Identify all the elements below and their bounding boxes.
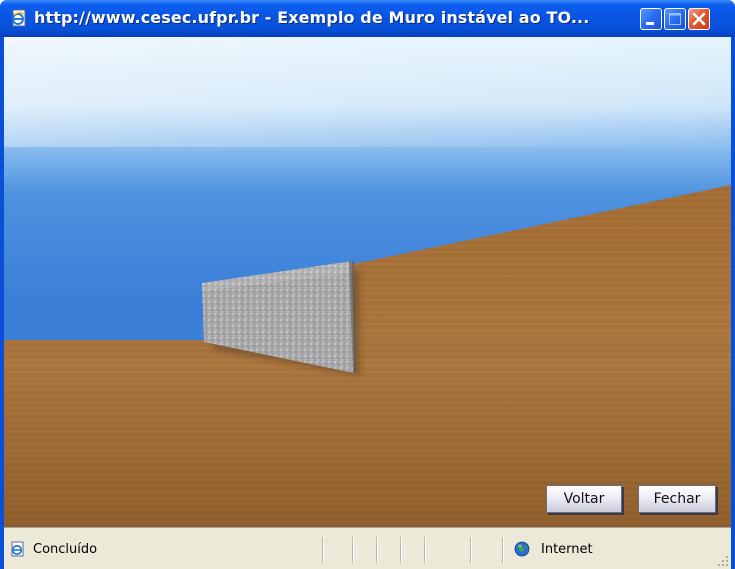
ie-page-icon [12,9,26,27]
title-bar[interactable]: http://www.cesec.ufpr.br - Exemplo de Mu… [0,0,735,37]
resize-grip-icon[interactable] [717,555,729,567]
status-divider [322,537,324,563]
globe-icon [514,541,530,557]
browser-window: http://www.cesec.ufpr.br - Exemplo de Mu… [0,0,735,569]
maximize-icon [669,13,681,25]
3d-scene [4,37,731,527]
ie-page-icon [11,541,24,557]
status-text: Concluído [33,542,98,557]
status-divider [352,537,354,563]
maximize-button[interactable] [664,8,686,30]
window-title: http://www.cesec.ufpr.br - Exemplo de Mu… [34,8,590,27]
status-divider [400,537,402,563]
close-button[interactable] [688,8,710,30]
window-frame-right [731,37,735,569]
status-bar: Concluído Internet [4,527,731,569]
status-divider [502,537,504,563]
minimize-button[interactable] [640,8,662,30]
security-zone-text: Internet [541,542,593,557]
status-divider [424,537,426,563]
close-icon [692,12,706,26]
fechar-button[interactable]: Fechar [638,485,716,513]
status-divider [376,537,378,563]
voltar-button[interactable]: Voltar [546,485,622,513]
status-divider [470,537,472,563]
minimize-icon [646,22,654,25]
page-content: Voltar Fechar [4,37,731,527]
